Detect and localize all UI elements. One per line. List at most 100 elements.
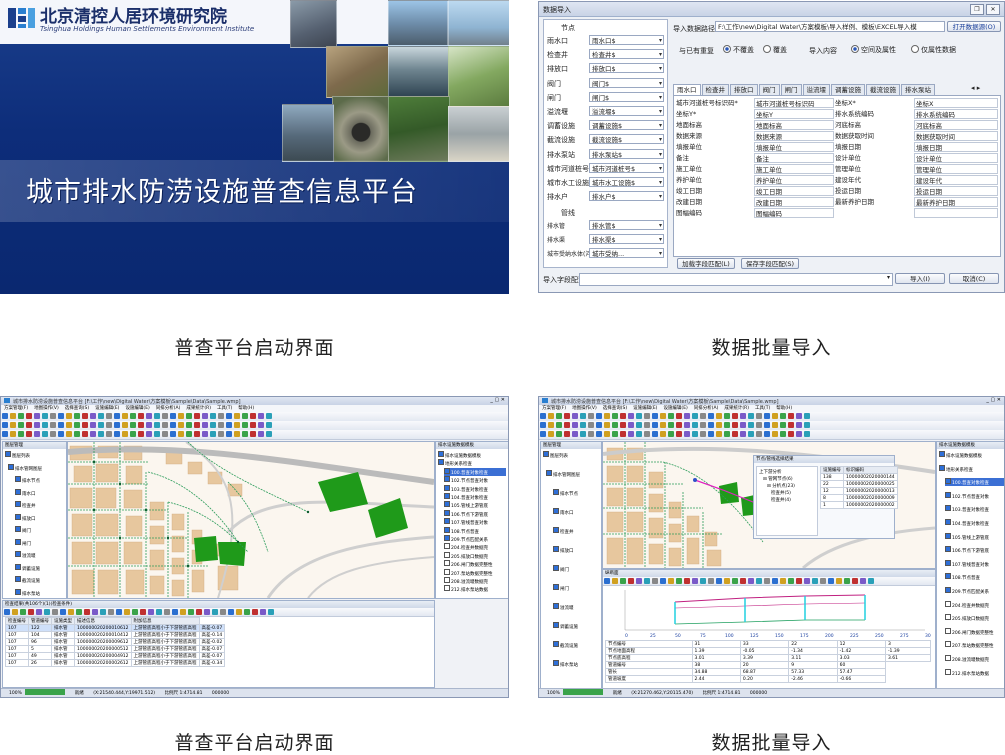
toolbar-icon[interactable]	[58, 431, 64, 437]
toolbar-icon[interactable]	[772, 422, 778, 428]
toolbar-icon[interactable]	[218, 422, 224, 428]
toolbar-icon[interactable]	[732, 431, 738, 437]
layer-item[interactable]: 图层列表	[543, 451, 568, 459]
radio-attr-only[interactable]: 仅属性数据	[911, 45, 956, 55]
checkbox-icon[interactable]	[553, 508, 559, 514]
check-item[interactable]: 208.溢流堰数据完	[444, 577, 506, 585]
mapping-select[interactable]: 城市河道桩号$	[589, 162, 664, 173]
toolbar-icon[interactable]	[98, 422, 104, 428]
toolbar-icon[interactable]	[266, 413, 272, 419]
check-item[interactable]: 100.普查对象检查	[945, 478, 1004, 487]
toolbar-icon[interactable]	[82, 431, 88, 437]
check-item[interactable]: 103.普查对象检查	[444, 484, 506, 493]
mapping-select[interactable]: 排放口$	[589, 63, 664, 74]
menu-item[interactable]: 方案管理(F)	[542, 406, 566, 411]
tab-6[interactable]: 调蓄设施	[831, 84, 865, 95]
toolbar-icon[interactable]	[178, 431, 184, 437]
toolbar-icon[interactable]	[130, 422, 136, 428]
checkbox-icon[interactable]	[15, 476, 21, 482]
toolbar-icon[interactable]	[740, 422, 746, 428]
import-button[interactable]: 导入(I)	[895, 273, 945, 284]
toolbar-icon[interactable]	[620, 431, 626, 437]
toolbar-icon[interactable]	[194, 413, 200, 419]
toolbar-icon[interactable]	[612, 578, 618, 584]
checkbox-icon[interactable]	[553, 489, 559, 495]
toolbar-icon[interactable]	[724, 431, 730, 437]
tab-scroll-arrows[interactable]: ◂ ▸	[971, 84, 980, 92]
layer-item[interactable]: 截流设施	[553, 641, 578, 649]
check-item[interactable]: 207.泵站数据完整性	[945, 641, 1004, 649]
toolbar-icon[interactable]	[836, 578, 842, 584]
toolbar-icon[interactable]	[186, 422, 192, 428]
menu-item[interactable]: 设施编辑(E)	[95, 406, 119, 411]
layer-item[interactable]: 检查井	[553, 527, 574, 535]
toolbar-icon[interactable]	[668, 578, 674, 584]
toolbar-icon[interactable]	[748, 413, 754, 419]
toolbar-icon[interactable]	[804, 413, 810, 419]
toolbar-icon[interactable]	[692, 578, 698, 584]
checkbox-icon[interactable]	[15, 538, 21, 545]
toolbar-icon[interactable]	[652, 578, 658, 584]
toolbar-icon[interactable]	[692, 422, 698, 428]
toolbar-icon[interactable]	[82, 413, 88, 419]
menu-item[interactable]: 选择查询(S)	[603, 406, 627, 411]
check-item[interactable]: 107.管线普查对象	[444, 518, 506, 526]
layer-item[interactable]: 排水管网图层	[8, 463, 42, 472]
toolbar-icon[interactable]	[154, 413, 160, 419]
layer-item[interactable]: 闸门	[553, 584, 569, 592]
grid-select[interactable]: 河底标高	[914, 120, 998, 130]
toolbar-icon[interactable]	[10, 413, 16, 419]
toolbar-icon[interactable]	[788, 431, 794, 437]
layer-item[interactable]: 雨水口	[15, 488, 36, 497]
check-item[interactable]: 排水设施数据模板	[438, 451, 500, 459]
toolbar-icon[interactable]	[868, 578, 874, 584]
toolbar-icon[interactable]	[202, 431, 208, 437]
toolbar-icon[interactable]	[676, 431, 682, 437]
grid-select[interactable]: 数据获取时间	[914, 131, 998, 141]
checkbox-icon[interactable]	[945, 546, 951, 553]
toolbar-icon[interactable]	[162, 413, 168, 419]
checkbox-icon[interactable]	[945, 614, 951, 621]
checkbox-icon[interactable]	[15, 588, 21, 595]
table-row[interactable]: 107 104 排水管 100000020200010412 上游管底高程小于下游管底高…	[5, 631, 226, 639]
grid-select[interactable]: 施工单位	[754, 164, 834, 174]
toolbar-icon[interactable]	[780, 578, 786, 584]
checkbox-icon[interactable]	[15, 576, 21, 582]
toolbar-icon[interactable]	[860, 578, 866, 584]
toolbar-icon[interactable]	[146, 422, 152, 428]
toolbar-icon[interactable]	[58, 413, 64, 419]
menu-item[interactable]: 设施编辑(E)	[633, 406, 657, 411]
grid-select[interactable]: 地面标高	[754, 120, 834, 130]
toolbar-icon[interactable]	[170, 431, 176, 437]
toolbar-icon[interactable]	[172, 609, 178, 615]
toolbar-icon[interactable]	[796, 578, 802, 584]
radio-no-overwrite[interactable]: 不覆盖	[723, 45, 754, 55]
toolbar-icon[interactable]	[644, 431, 650, 437]
toolbar-icon[interactable]	[692, 413, 698, 419]
toolbar-icon[interactable]	[596, 422, 602, 428]
toolbar-icon[interactable]	[612, 413, 618, 419]
layer-item[interactable]: 调蓄设施	[553, 622, 578, 630]
checkbox-icon[interactable]	[444, 568, 450, 575]
checkbox-icon[interactable]	[945, 573, 951, 580]
toolbar-icon[interactable]	[652, 413, 658, 419]
close-button[interactable]: ✕	[986, 4, 1000, 15]
menu-item[interactable]: 设施编辑(E)	[663, 406, 687, 411]
toolbar-icon[interactable]	[74, 431, 80, 437]
checkbox-icon[interactable]	[444, 535, 450, 541]
checkbox-icon[interactable]	[444, 518, 450, 525]
table-row[interactable]: 107 5 排水管 100000020200000512 上游管底高程小于下游管底高程高…	[5, 645, 226, 653]
grid-select[interactable]: 竣工日期	[754, 186, 834, 196]
toolbar-icon[interactable]	[780, 431, 786, 437]
check-item[interactable]: 排水设施数据模板	[939, 451, 1001, 459]
check-item[interactable]: 205.排放口数据完	[444, 551, 506, 560]
toolbar-icon[interactable]	[772, 413, 778, 419]
toolbar-icon[interactable]	[164, 609, 170, 615]
toolbar-icon[interactable]	[18, 422, 24, 428]
table-row[interactable]: 107 96 排水管 100000020200009612 上游管底高程小于下游管底高程…	[5, 638, 226, 646]
menu-item[interactable]: 选择查询(S)	[65, 406, 89, 411]
toolbar-icon[interactable]	[700, 413, 706, 419]
menu-item[interactable]: 地图操作(V)	[572, 406, 597, 411]
toolbar-icon[interactable]	[34, 431, 40, 437]
path-input[interactable]: F:\工作\new\Digital Water\方案模板\导入样例、模板\EXC…	[715, 21, 945, 32]
